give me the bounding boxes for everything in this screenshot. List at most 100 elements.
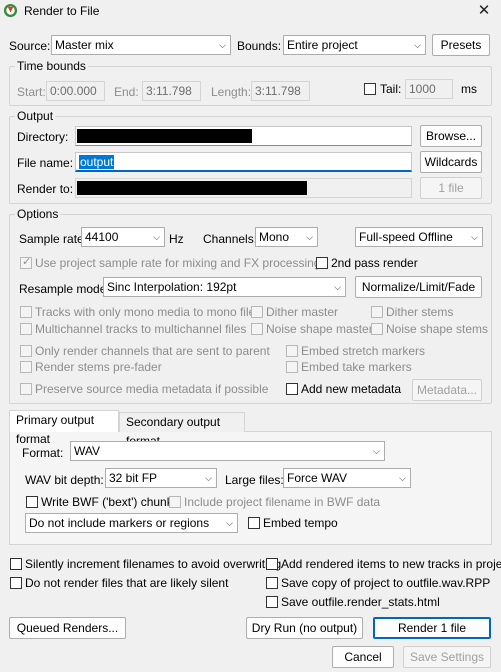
source-label: Source: <box>9 39 51 53</box>
dither-master-label: Dither master <box>266 305 339 319</box>
silently-increment-label: Silently increment filenames to avoid ov… <box>25 557 282 571</box>
time-bounds-label: Time bounds <box>15 59 88 73</box>
chevron-down-icon: ⌵ <box>226 518 233 528</box>
noise-stems-checkbox[interactable] <box>371 323 383 335</box>
output-label: Output <box>15 109 56 123</box>
sample-rate-label: Sample rate: <box>19 232 88 246</box>
length-label: Length: <box>211 85 252 99</box>
tail-unit: ms <box>461 82 477 96</box>
embed-tempo-checkbox[interactable] <box>248 517 260 529</box>
embed-take-label: Embed take markers <box>301 360 412 374</box>
resample-label: Resample mode: <box>19 282 110 296</box>
wildcards-button[interactable]: Wildcards <box>420 151 482 173</box>
multichannel-checkbox[interactable] <box>20 323 32 335</box>
channels-label: Channels: <box>203 232 258 246</box>
embed-stretch-label: Embed stretch markers <box>301 344 426 358</box>
window-title: Render to File <box>24 4 100 18</box>
sample-rate-select[interactable]: 44100 ⌵ <box>81 227 165 247</box>
use-project-rate-checkbox[interactable] <box>20 255 32 269</box>
write-bwf-label: Write BWF ('bext') chunk <box>41 495 173 509</box>
add-metadata-label: Add new metadata <box>301 382 402 396</box>
save-settings-button[interactable]: Save Settings <box>403 646 491 668</box>
tab-primary-output[interactable]: Primary output format <box>9 410 119 446</box>
preserve-metadata-checkbox[interactable] <box>20 383 32 395</box>
source-select[interactable]: Master mix ⌵ <box>51 35 231 55</box>
dry-run-button[interactable]: Dry Run (no output) <box>246 617 363 639</box>
second-pass-label: 2nd pass render <box>331 256 418 270</box>
render-button[interactable]: Render 1 file <box>373 617 491 639</box>
reaper-app-icon <box>3 3 18 18</box>
start-field[interactable]: 0:00.000 <box>46 81 105 101</box>
preserve-metadata-label: Preserve source media metadata if possib… <box>35 382 269 396</box>
chevron-down-icon: ⌵ <box>414 40 421 50</box>
file-count-button[interactable]: 1 file <box>420 177 482 199</box>
tail-checkbox[interactable] <box>364 83 376 95</box>
filename-field[interactable]: output <box>75 152 412 172</box>
bit-depth-select[interactable]: 32 bit FP ⌵ <box>105 468 217 488</box>
channels-value: Mono <box>259 230 290 244</box>
silently-increment-checkbox[interactable] <box>10 558 22 570</box>
large-files-label: Large files: <box>225 473 284 487</box>
redacted-render-path <box>77 181 307 195</box>
markers-select[interactable]: Do not include markers or regions ⌵ <box>25 513 238 533</box>
save-copy-checkbox[interactable] <box>266 577 278 589</box>
add-rendered-checkbox[interactable] <box>266 558 278 570</box>
resample-value: Sinc Interpolation: 192pt <box>107 280 237 294</box>
chevron-down-icon: ⌵ <box>399 473 406 483</box>
channels-select[interactable]: Mono ⌵ <box>255 227 318 247</box>
noise-master-checkbox[interactable] <box>251 323 263 335</box>
use-project-rate-label: Use project sample rate for mixing and F… <box>35 256 321 270</box>
stems-prefader-label: Render stems pre-fader <box>35 360 162 374</box>
save-stats-checkbox[interactable] <box>266 596 278 608</box>
end-field[interactable]: 3:11.798 <box>142 81 201 101</box>
embed-take-checkbox[interactable] <box>286 361 298 373</box>
skip-silent-checkbox[interactable] <box>10 577 22 589</box>
save-stats-label: Save outfile.render_stats.html <box>281 595 440 609</box>
chevron-down-icon: ⌵ <box>205 473 212 483</box>
write-bwf-checkbox[interactable] <box>26 496 38 508</box>
bit-depth-value: 32 bit FP <box>109 471 158 485</box>
bounds-label: Bounds: <box>237 39 282 53</box>
save-copy-label: Save copy of project to outfile.wav.RPP <box>281 576 491 590</box>
large-files-select[interactable]: Force WAV ⌵ <box>283 468 411 488</box>
sample-rate-value: 44100 <box>85 230 119 244</box>
chevron-down-icon: ⌵ <box>334 282 341 292</box>
stems-prefader-checkbox[interactable] <box>20 361 32 373</box>
presets-button[interactable]: Presets <box>432 34 490 56</box>
include-filename-checkbox[interactable] <box>169 496 181 508</box>
dither-stems-label: Dither stems <box>386 305 454 319</box>
chevron-down-icon: ⌵ <box>373 446 380 456</box>
tail-field[interactable]: 1000 <box>405 79 453 99</box>
second-pass-checkbox[interactable] <box>316 257 328 269</box>
dither-master-checkbox[interactable] <box>251 306 263 318</box>
embed-tempo-label: Embed tempo <box>263 516 338 530</box>
start-label: Start: <box>17 85 46 99</box>
only-parent-checkbox[interactable] <box>20 345 32 357</box>
format-select[interactable]: WAV ⌵ <box>70 441 385 461</box>
filename-value: output <box>79 155 115 169</box>
chevron-down-icon: ⌵ <box>153 232 160 242</box>
render-speed-select[interactable]: Full-speed Offline ⌵ <box>355 227 483 247</box>
dither-stems-checkbox[interactable] <box>371 306 383 318</box>
directory-field[interactable] <box>75 126 412 146</box>
tracks-mono-checkbox[interactable] <box>20 306 32 318</box>
include-filename-label: Include project filename in BWF data <box>184 495 381 509</box>
metadata-button[interactable]: Metadata... <box>412 379 482 401</box>
queued-renders-button[interactable]: Queued Renders... <box>9 617 126 639</box>
normalize-button[interactable]: Normalize/Limit/Fade <box>355 276 482 298</box>
tracks-mono-label: Tracks with only mono media to mono file <box>35 305 256 319</box>
filename-label: File name: <box>17 156 74 170</box>
close-icon[interactable]: ✕ <box>473 1 495 21</box>
render-to-field <box>75 178 412 198</box>
cancel-button[interactable]: Cancel <box>332 646 394 668</box>
chevron-down-icon: ⌵ <box>219 40 226 50</box>
embed-stretch-checkbox[interactable] <box>286 345 298 357</box>
options-label: Options <box>15 207 61 221</box>
bit-depth-label: WAV bit depth: <box>25 473 104 487</box>
bounds-select[interactable]: Entire project ⌵ <box>283 35 426 55</box>
browse-button[interactable]: Browse... <box>420 125 482 147</box>
tab-secondary-output[interactable]: Secondary output format <box>119 412 245 448</box>
add-metadata-checkbox[interactable] <box>286 383 298 395</box>
resample-select[interactable]: Sinc Interpolation: 192pt ⌵ <box>103 277 346 297</box>
length-field[interactable]: 3:11.798 <box>251 81 310 101</box>
